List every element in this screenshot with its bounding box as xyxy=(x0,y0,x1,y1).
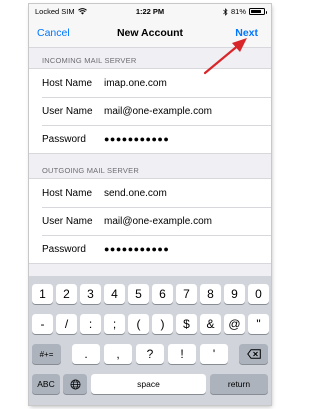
outgoing-password-label: Password xyxy=(42,243,86,255)
outgoing-user-row[interactable]: User Name mail@one-example.com xyxy=(29,207,271,235)
key-1[interactable]: 1 xyxy=(32,284,53,304)
incoming-user-label: User Name xyxy=(42,105,93,117)
incoming-host-label: Host Name xyxy=(42,77,93,89)
key-3[interactable]: 3 xyxy=(80,284,101,304)
symbols-toggle-key[interactable]: #+= xyxy=(32,344,61,364)
key-semicolon[interactable]: ; xyxy=(104,314,125,334)
key-apostrophe[interactable]: ' xyxy=(200,344,228,364)
outgoing-host-field[interactable]: send.one.com xyxy=(104,188,167,199)
outgoing-section-header: OUTGOING MAIL SERVER xyxy=(42,166,139,175)
key-0[interactable]: 0 xyxy=(248,284,269,304)
battery-percent: 81% xyxy=(230,7,246,16)
key-2[interactable]: 2 xyxy=(56,284,77,304)
abc-key[interactable]: ABC xyxy=(32,374,60,394)
key-6[interactable]: 6 xyxy=(152,284,173,304)
incoming-host-field[interactable]: imap.one.com xyxy=(104,78,167,89)
key-7[interactable]: 7 xyxy=(176,284,197,304)
globe-key[interactable] xyxy=(63,374,87,394)
key-comma[interactable]: , xyxy=(104,344,132,364)
incoming-password-row[interactable]: Password ●●●●●●●●●●● xyxy=(29,125,271,153)
outgoing-host-row[interactable]: Host Name send.one.com xyxy=(29,179,271,207)
key-hyphen[interactable]: - xyxy=(32,314,53,334)
phone-screen: Locked SIM 1:22 PM 81% Cancel New Accoun… xyxy=(29,4,271,405)
globe-icon xyxy=(70,379,80,389)
incoming-host-row[interactable]: Host Name imap.one.com xyxy=(29,69,271,97)
key-8[interactable]: 8 xyxy=(200,284,221,304)
next-button[interactable]: Next xyxy=(235,27,258,39)
nav-bar: Cancel New Account Next xyxy=(29,18,271,48)
key-5[interactable]: 5 xyxy=(128,284,149,304)
status-bar: Locked SIM 1:22 PM 81% xyxy=(29,4,271,18)
battery-fill xyxy=(251,10,261,13)
incoming-user-row[interactable]: User Name mail@one-example.com xyxy=(29,97,271,125)
backspace-icon xyxy=(246,349,261,359)
outgoing-user-label: User Name xyxy=(42,215,93,227)
key-dollar[interactable]: $ xyxy=(176,314,197,334)
key-open-paren[interactable]: ( xyxy=(128,314,149,334)
key-9[interactable]: 9 xyxy=(224,284,245,304)
battery-icon xyxy=(249,8,267,15)
bluetooth-icon xyxy=(223,7,228,16)
return-key[interactable]: return xyxy=(210,374,268,394)
key-ampersand[interactable]: & xyxy=(200,314,221,334)
key-at[interactable]: @ xyxy=(224,314,245,334)
outgoing-user-field[interactable]: mail@one-example.com xyxy=(104,216,212,227)
key-exclamation[interactable]: ! xyxy=(168,344,196,364)
status-right: 81% xyxy=(223,7,267,16)
outgoing-group: Host Name send.one.com User Name mail@on… xyxy=(29,178,271,264)
space-key[interactable]: space xyxy=(91,374,206,394)
key-close-paren[interactable]: ) xyxy=(152,314,173,334)
incoming-section-header: INCOMING MAIL SERVER xyxy=(42,56,137,65)
key-quote[interactable]: " xyxy=(248,314,269,334)
outgoing-host-label: Host Name xyxy=(42,187,93,199)
numeric-keyboard: 1 2 3 4 5 6 7 8 9 0 - / : ; ( ) $ & @ " … xyxy=(29,276,271,405)
incoming-password-label: Password xyxy=(42,133,86,145)
outgoing-password-row[interactable]: Password ●●●●●●●●●●● xyxy=(29,235,271,263)
key-4[interactable]: 4 xyxy=(104,284,125,304)
key-slash[interactable]: / xyxy=(56,314,77,334)
backspace-key[interactable] xyxy=(239,344,268,364)
key-question[interactable]: ? xyxy=(136,344,164,364)
incoming-password-field[interactable]: ●●●●●●●●●●● xyxy=(104,134,169,144)
key-period[interactable]: . xyxy=(72,344,100,364)
outgoing-password-field[interactable]: ●●●●●●●●●●● xyxy=(104,244,169,254)
incoming-user-field[interactable]: mail@one-example.com xyxy=(104,106,212,117)
key-colon[interactable]: : xyxy=(80,314,101,334)
incoming-group: Host Name imap.one.com User Name mail@on… xyxy=(29,68,271,154)
